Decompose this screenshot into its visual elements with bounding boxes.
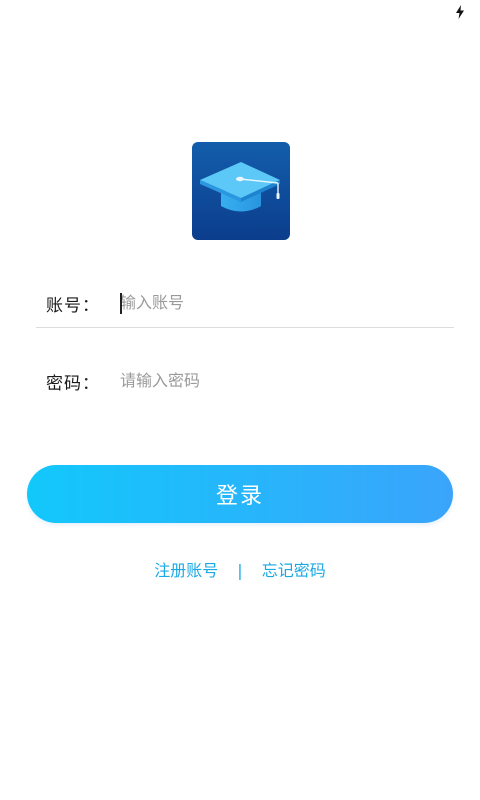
graduation-cap-icon: [200, 162, 280, 212]
password-input[interactable]: [120, 363, 440, 397]
account-row: 账号：: [36, 277, 454, 328]
login-button[interactable]: 登录: [27, 465, 453, 523]
charging-bolt-icon: [456, 5, 464, 19]
auth-links: 注册账号 | 忘记密码: [0, 557, 480, 581]
account-label: 账号：: [46, 296, 100, 316]
app-logo: [192, 142, 290, 240]
password-label: 密码：: [46, 374, 100, 394]
password-row: 密码：: [36, 355, 454, 405]
status-bar: [0, 0, 480, 24]
account-input[interactable]: [120, 285, 440, 319]
register-link[interactable]: 注册账号: [154, 561, 218, 580]
text-cursor: [120, 293, 122, 314]
forgot-password-link[interactable]: 忘记密码: [262, 561, 326, 580]
link-separator: |: [237, 561, 243, 580]
